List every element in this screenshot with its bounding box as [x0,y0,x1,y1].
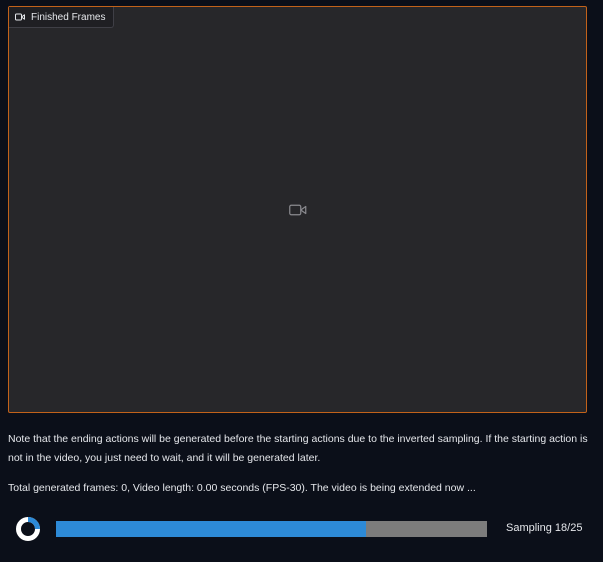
video-camera-icon [15,13,25,21]
page: Finished Frames Note that the ending act… [0,0,603,562]
sampling-progress-fill [56,521,367,537]
generation-status-text: Total generated frames: 0, Video length:… [8,482,476,494]
video-panel-label: Finished Frames [9,7,115,28]
inverted-sampling-note: Note that the ending actions will be gen… [8,433,588,464]
finished-frames-video-panel[interactable]: Finished Frames [8,6,587,413]
video-panel-label-text: Finished Frames [31,11,106,23]
sampling-progress-label: Sampling 18/25 [506,522,583,534]
video-camera-icon [288,204,307,216]
loading-spinner-icon [15,516,41,542]
sampling-progress-bar [56,521,487,537]
